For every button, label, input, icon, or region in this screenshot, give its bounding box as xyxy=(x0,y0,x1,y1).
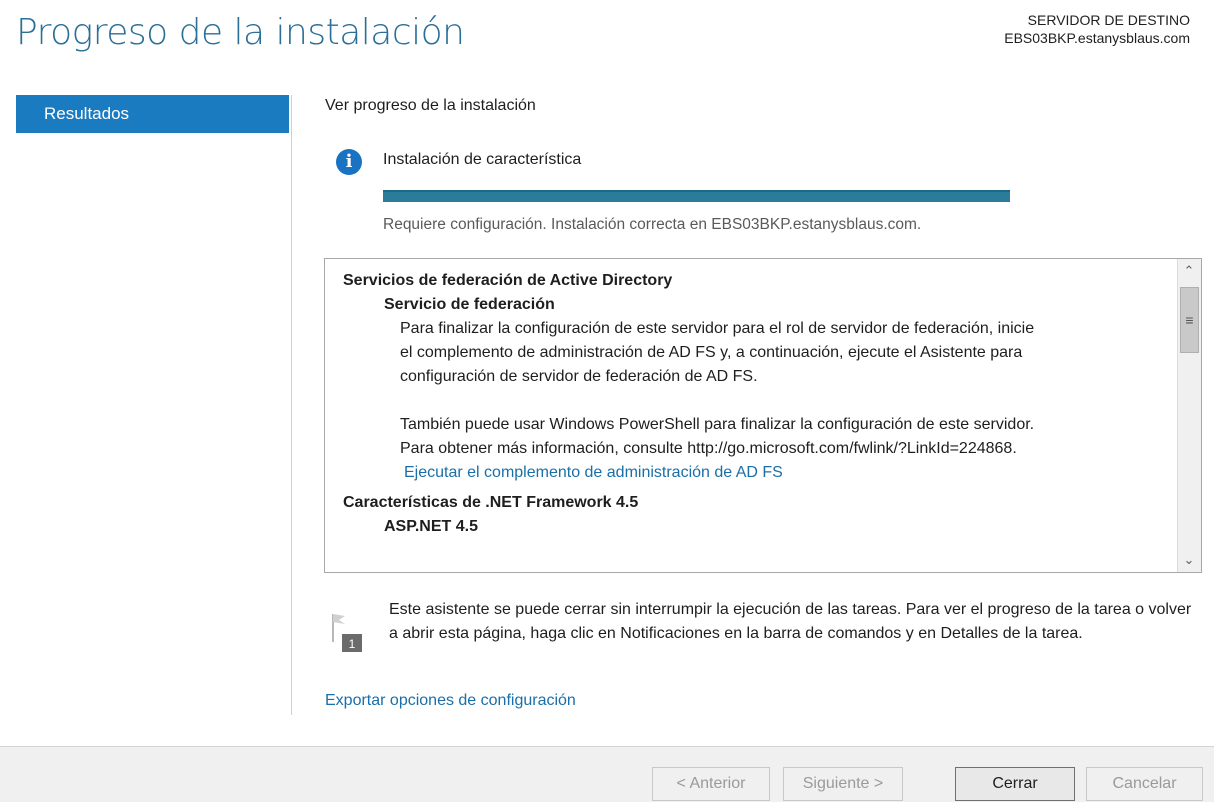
progress-bar xyxy=(383,190,1010,202)
run-adfs-snapin-link[interactable]: Ejecutar el complemento de administració… xyxy=(343,461,1177,485)
results-list[interactable]: Servicios de federación de Active Direct… xyxy=(324,258,1202,573)
result-text-line: el complemento de administración de AD F… xyxy=(400,344,1023,361)
result-text-line: Para finalizar la configuración de este … xyxy=(400,320,1035,337)
target-server: SERVIDOR DE DESTINO EBS03BKP.estanysblau… xyxy=(1004,11,1190,47)
status-text: Requiere configuración. Instalación corr… xyxy=(383,216,922,233)
footer-bar: < Anterior Siguiente > Cerrar Cancelar xyxy=(0,746,1214,802)
notification-badge-count: 1 xyxy=(349,637,356,651)
subgroup-title-aspnet: ASP.NET 4.5 xyxy=(384,518,478,535)
scroll-up-arrow-icon[interactable]: ⌃ xyxy=(1178,259,1200,283)
close-button[interactable]: Cerrar xyxy=(955,767,1075,801)
export-settings-link[interactable]: Exportar opciones de configuración xyxy=(325,692,576,710)
target-server-caption: SERVIDOR DE DESTINO xyxy=(1027,12,1190,28)
target-server-name: EBS03BKP.estanysblaus.com xyxy=(1004,30,1190,46)
result-text-line: Para obtener más información, consulte h… xyxy=(400,440,1017,457)
progress-fill xyxy=(383,190,1010,202)
notice-text: Este asistente se puede cerrar sin inter… xyxy=(389,601,1192,642)
cancel-button[interactable]: Cancelar xyxy=(1086,767,1203,801)
scroll-thumb[interactable]: ≡ xyxy=(1180,287,1199,353)
result-text-line: configuración de servidor de federación … xyxy=(400,368,758,385)
section-title: Ver progreso de la instalación xyxy=(325,97,536,114)
info-icon: i xyxy=(336,149,362,175)
back-button[interactable]: < Anterior xyxy=(652,767,770,801)
nav-divider xyxy=(291,95,292,715)
vertical-scrollbar[interactable]: ⌃ ≡ ⌄ xyxy=(1177,259,1201,572)
nav-item-resultados[interactable]: Resultados xyxy=(16,95,289,133)
subgroup-title-federation: Servicio de federación xyxy=(384,296,555,313)
result-text-line: También puede usar Windows PowerShell pa… xyxy=(400,416,1035,433)
status-title: Instalación de característica xyxy=(383,151,582,168)
notification-flag-icon: 1 xyxy=(330,610,366,654)
scroll-down-arrow-icon[interactable]: ⌄ xyxy=(1178,548,1200,572)
results-content: Servicios de federación de Active Direct… xyxy=(325,259,1177,572)
group-title-dotnet: Características de .NET Framework 4.5 xyxy=(343,494,639,511)
group-title-adfs: Servicios de federación de Active Direct… xyxy=(343,272,673,289)
page-title: Progreso de la instalación xyxy=(16,12,465,53)
next-button[interactable]: Siguiente > xyxy=(783,767,903,801)
wizard-nav: Resultados xyxy=(16,95,289,133)
